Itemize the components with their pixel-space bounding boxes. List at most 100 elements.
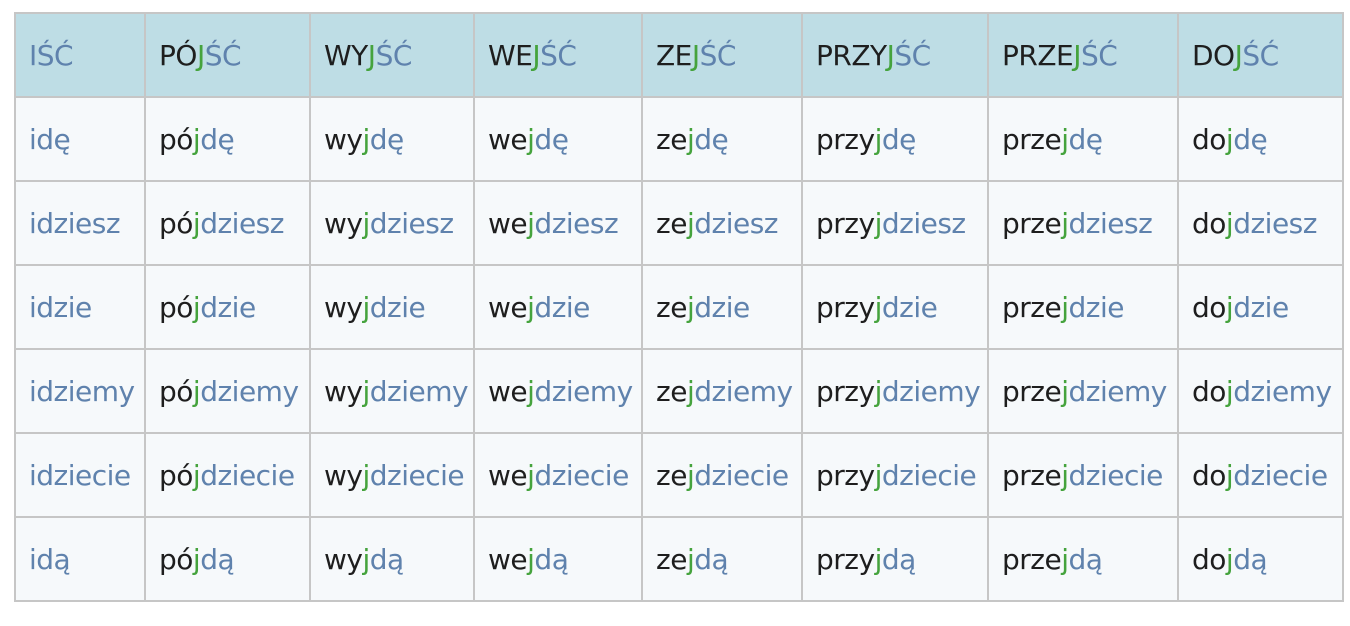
verb-prefix: prze	[1002, 374, 1062, 408]
verb-stem: dą	[200, 542, 235, 576]
verb-form-cell: wejdziemy	[473, 348, 643, 434]
verb-prefix: do	[1192, 290, 1226, 324]
verb-stem: dziecie	[1068, 458, 1164, 492]
verb-stem: dzie	[200, 290, 256, 324]
table-row: idziesz pójdziesz wyjdziesz wejdziesz zejdzi…	[14, 180, 1344, 266]
inserted-j: j	[874, 458, 883, 492]
header-inserted-j: J	[691, 38, 700, 72]
inserted-j: j	[1061, 458, 1069, 492]
verb-form-cell: pójdą	[144, 516, 311, 602]
verb-form-cell: wejdę	[473, 96, 643, 182]
conjugation-table: IŚĆ PÓJŚĆ WYJŚĆ WEJŚĆ ZEJŚĆ PRZYJŚĆ PRZEJŚĆ DOJ…	[14, 12, 1344, 602]
inserted-j: j	[362, 122, 370, 156]
verb-stem: dziemy	[1233, 374, 1332, 408]
verb-form-cell: wejdziecie	[473, 432, 643, 518]
table-body: idę pójdę wyjdę wejdę zejdę przyjdę przejdę doj…	[14, 96, 1344, 602]
header-verb-prefix: PRZY	[816, 38, 887, 72]
verb-stem: dzie	[1068, 290, 1125, 324]
inserted-j: j	[874, 542, 883, 576]
verb-prefix: wy	[324, 206, 363, 240]
inserted-j: j	[362, 374, 370, 408]
header-verb-prefix: PÓ	[159, 38, 197, 72]
verb-stem: dziecie	[881, 458, 977, 492]
verb-prefix: pó	[159, 122, 193, 156]
verb-stem: dę	[369, 122, 405, 156]
verb-form-cell: zejdzie	[641, 264, 803, 350]
verb-stem: dę	[36, 122, 71, 156]
verb-form-cell: wyjdą	[309, 516, 475, 602]
verb-stem: dziesz	[36, 206, 121, 240]
verb-prefix: przy	[816, 374, 875, 408]
verb-form-cell: przejdą	[987, 516, 1179, 602]
inserted-j: j	[362, 458, 370, 492]
header-inserted-j: J	[1073, 38, 1081, 72]
verb-stem: dą	[369, 542, 404, 576]
verb-stem: dziecie	[694, 458, 789, 492]
verb-prefix: wy	[324, 542, 363, 576]
header-inserted-j: J	[196, 38, 205, 72]
inserted-j: j	[874, 122, 883, 156]
verb-stem: dziemy	[369, 374, 469, 408]
verb-prefix: ze	[656, 122, 687, 156]
verb-prefix: we	[488, 458, 528, 492]
verb-prefix: do	[1192, 374, 1226, 408]
verb-form-cell: pójdziesz	[144, 180, 311, 266]
verb-prefix: do	[1192, 542, 1226, 576]
verb-form-cell: dojdzie	[1177, 264, 1344, 350]
inserted-j: j	[1061, 290, 1069, 324]
verb-stem: dziesz	[1233, 206, 1317, 240]
verb-stem: dziecie	[534, 458, 629, 492]
verb-stem: dzie	[534, 290, 590, 324]
verb-prefix: wy	[324, 374, 363, 408]
verb-form-cell: przyjdziecie	[801, 432, 989, 518]
verb-prefix: przy	[816, 542, 875, 576]
column-header-4: ZEJŚĆ	[641, 12, 803, 98]
verb-prefix: wy	[324, 458, 363, 492]
verb-form-cell: przejdzie	[987, 264, 1179, 350]
inserted-j: j	[874, 290, 883, 324]
verb-prefix: pó	[159, 542, 193, 576]
verb-prefix: prze	[1002, 290, 1062, 324]
verb-stem: dziemy	[881, 374, 981, 408]
verb-form-cell: pójdziemy	[144, 348, 311, 434]
verb-form-cell: zejdą	[641, 516, 803, 602]
verb-stem: dzie	[694, 290, 750, 324]
verb-form-cell: przejdziecie	[987, 432, 1179, 518]
inserted-j: j	[1061, 206, 1069, 240]
verb-stem: dą	[881, 542, 916, 576]
verb-stem: dziecie	[36, 458, 131, 492]
header-verb-stem: ŚĆ	[375, 38, 413, 72]
inserted-j: j	[874, 206, 883, 240]
verb-stem: dziesz	[369, 206, 454, 240]
verb-prefix: pó	[159, 374, 193, 408]
verb-form-cell: dojdziesz	[1177, 180, 1344, 266]
verb-form-cell: wyjdę	[309, 96, 475, 182]
verb-stem: dę	[881, 122, 917, 156]
verb-form-cell: dojdziecie	[1177, 432, 1344, 518]
verb-prefix: przy	[816, 122, 875, 156]
verb-stem: dą	[534, 542, 569, 576]
column-header-3: WEJŚĆ	[473, 12, 643, 98]
verb-prefix: wy	[324, 122, 363, 156]
verb-stem: dziemy	[36, 374, 135, 408]
verb-stem: dą	[36, 542, 71, 576]
verb-prefix: ze	[656, 458, 687, 492]
verb-form-cell: zejdziemy	[641, 348, 803, 434]
verb-form-cell: idziecie	[14, 432, 146, 518]
verb-form-cell: przejdę	[987, 96, 1179, 182]
table-row: idziemy pójdziemy wyjdziemy wejdziemy zejdzi…	[14, 348, 1344, 434]
table-row: idą pójdą wyjdą wejdą zejdą przyjdą przejdą doj…	[14, 516, 1344, 602]
verb-prefix: prze	[1002, 206, 1062, 240]
inserted-j: j	[1061, 542, 1069, 576]
verb-form-cell: dojdziemy	[1177, 348, 1344, 434]
verb-stem: dziecie	[1233, 458, 1328, 492]
verb-form-cell: przejdziesz	[987, 180, 1179, 266]
verb-stem: dę	[534, 122, 569, 156]
column-header-7: DOJŚĆ	[1177, 12, 1344, 98]
verb-stem: dziesz	[881, 206, 966, 240]
verb-prefix: we	[488, 290, 528, 324]
verb-prefix: we	[488, 206, 528, 240]
column-header-1: PÓJŚĆ	[144, 12, 311, 98]
verb-stem: dziecie	[369, 458, 465, 492]
verb-stem: dzie	[1233, 290, 1289, 324]
